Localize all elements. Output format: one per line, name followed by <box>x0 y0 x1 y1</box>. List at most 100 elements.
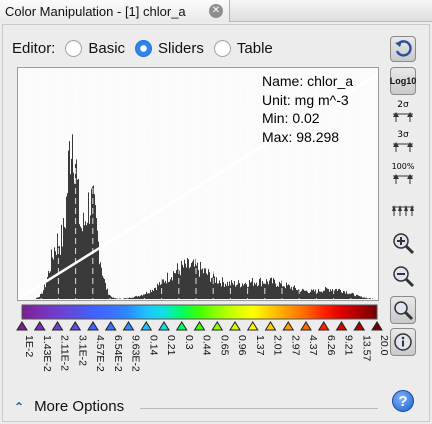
color-slider-handle[interactable] <box>264 321 277 331</box>
zoom-in-button[interactable] <box>390 230 416 256</box>
slider-value-label[interactable]: 13.57 <box>360 335 372 361</box>
color-slider-handle[interactable] <box>229 321 241 331</box>
histogram-bar <box>274 279 275 299</box>
slider-value-label[interactable]: 9.21 <box>343 335 355 356</box>
2-sigma-button[interactable]: 2σ <box>390 98 416 124</box>
histogram-bar <box>268 284 269 299</box>
slider-value-label[interactable]: 2.97 <box>289 335 301 356</box>
help-button[interactable]: ? <box>392 390 414 412</box>
color-slider-handle[interactable] <box>16 321 28 331</box>
histogram-bar <box>70 174 71 299</box>
histogram-bar <box>164 282 165 299</box>
slider-value-label[interactable]: 2.01 <box>272 335 284 356</box>
slider-value-label[interactable]: 6.54E-2 <box>112 335 124 372</box>
histogram-bar <box>141 294 142 299</box>
slider-value-label[interactable]: 0.3 <box>183 335 195 350</box>
histogram-bar <box>209 272 210 299</box>
radio-sliders[interactable]: Sliders <box>135 39 204 57</box>
tab-color-manipulation[interactable]: Color Manipulation - [1] chlor_a ✕ <box>0 0 230 22</box>
histogram-bar <box>324 290 325 299</box>
slider-value-label[interactable]: 0.44 <box>201 335 213 356</box>
histogram-bar <box>153 290 154 299</box>
slider-value-label[interactable]: 0.21 <box>165 335 177 356</box>
radio-table-indicator[interactable] <box>213 39 231 57</box>
color-slider-handle[interactable] <box>33 321 46 331</box>
histogram-bar <box>255 284 256 299</box>
color-slider-handle[interactable] <box>122 321 135 331</box>
radio-table[interactable]: Table <box>213 39 273 57</box>
color-slider-handle[interactable] <box>87 321 99 331</box>
histogram-bar <box>285 288 286 299</box>
histogram-bar <box>309 292 310 299</box>
color-slider-handle[interactable] <box>300 321 312 331</box>
slider-value-label[interactable]: 1.43E-2 <box>41 335 53 372</box>
histogram-bar <box>96 218 97 299</box>
histogram-bar <box>245 282 246 299</box>
histogram-bar <box>226 285 227 299</box>
radio-basic[interactable]: Basic <box>65 39 125 57</box>
slider-value-label[interactable]: 3.1E-2 <box>76 335 88 366</box>
slider-value-label[interactable]: 4.57E-2 <box>94 335 106 372</box>
color-slider-handle[interactable] <box>69 321 82 331</box>
color-palette[interactable] <box>21 304 378 320</box>
zoom-fit-button[interactable] <box>390 296 416 324</box>
slider-value-label[interactable]: 2.11E-2 <box>59 335 71 371</box>
slider-value-label[interactable]: 0.14 <box>147 335 159 356</box>
histogram-bar <box>225 283 226 299</box>
color-slider-handle[interactable] <box>282 321 295 331</box>
histogram-bar <box>323 290 324 299</box>
slider-value-label[interactable]: 9.63E-2 <box>130 335 142 372</box>
color-slider-handle[interactable] <box>371 321 383 331</box>
histogram-bar <box>85 221 86 299</box>
histogram-bar <box>242 283 243 299</box>
color-slider-handle[interactable] <box>211 321 224 331</box>
slider-value-label[interactable]: 0.96 <box>236 335 248 356</box>
radio-basic-indicator[interactable] <box>65 39 83 57</box>
slider-value-label[interactable]: 1E-2 <box>23 335 35 357</box>
histogram-bar <box>256 282 257 299</box>
color-slider-handle[interactable] <box>104 321 117 331</box>
slider-value-label[interactable]: 0.65 <box>218 335 230 356</box>
histogram-bar <box>145 293 146 299</box>
histogram-bar <box>246 284 247 299</box>
color-slider-handle[interactable] <box>193 321 206 331</box>
slider-value-label[interactable]: 1.37 <box>254 335 266 356</box>
color-slider-handle[interactable] <box>317 321 330 331</box>
histogram-bars <box>36 134 373 299</box>
info-button[interactable] <box>390 328 416 356</box>
close-icon[interactable]: ✕ <box>209 4 223 18</box>
histogram-bar <box>116 298 117 299</box>
more-options-toggle[interactable]: ⌃ More Options <box>14 398 124 415</box>
log10-button[interactable]: Log10 <box>390 67 416 95</box>
color-slider-handle[interactable] <box>175 321 188 331</box>
radio-sliders-indicator[interactable] <box>135 39 153 57</box>
histogram-bar <box>278 286 279 299</box>
histogram-bar <box>49 273 50 299</box>
reset-button[interactable] <box>390 36 416 62</box>
histogram-bar <box>277 285 278 299</box>
histogram-bar <box>331 291 332 299</box>
histogram-bar <box>303 289 304 299</box>
slider-value-label[interactable]: 6.26 <box>325 335 337 356</box>
color-slider-handle[interactable] <box>158 321 170 331</box>
slider-value-label[interactable]: 20.0 <box>378 335 390 356</box>
histogram-bar <box>174 272 175 299</box>
distribute-evenly-button[interactable] <box>390 196 416 222</box>
histogram-bar <box>306 290 307 299</box>
3-sigma-button[interactable]: 3σ <box>390 128 416 154</box>
histogram-bar <box>289 285 290 299</box>
histogram-bar <box>150 289 151 299</box>
color-slider-handle[interactable] <box>353 321 366 331</box>
color-slider-handle[interactable] <box>246 321 259 331</box>
histogram-bar <box>307 291 308 299</box>
color-slider-handle[interactable] <box>140 321 153 331</box>
zoom-out-button[interactable] <box>390 263 416 289</box>
histogram-bar <box>219 280 220 299</box>
color-slider-handle[interactable] <box>335 321 348 331</box>
100-percent-button[interactable]: 100% <box>390 160 416 186</box>
histogram-bar <box>356 294 357 299</box>
slider-value-label[interactable]: 4.37 <box>307 335 319 356</box>
histogram-bar <box>335 289 336 299</box>
color-slider-handle[interactable] <box>51 321 64 331</box>
histogram-bar <box>154 288 155 299</box>
